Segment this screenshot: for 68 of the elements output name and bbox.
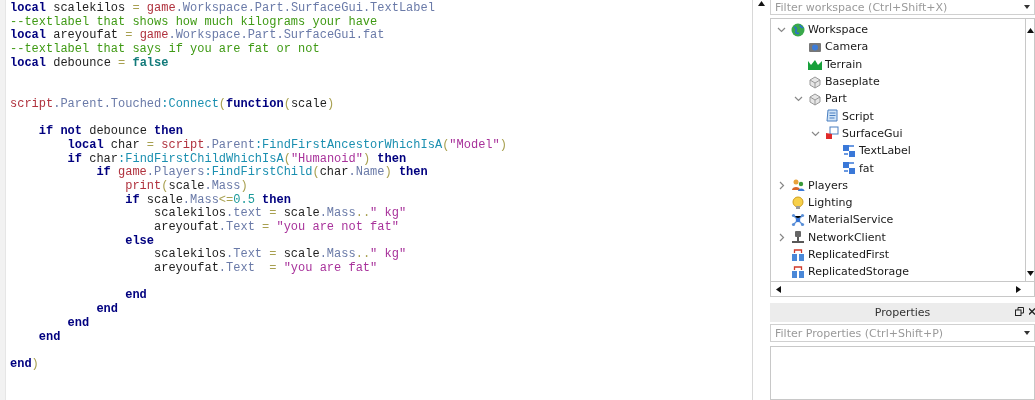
code-line: areyoufat.Text = "you are not fat" xyxy=(154,220,399,234)
code-line: end xyxy=(96,302,118,317)
scroll-left-icon[interactable] xyxy=(775,285,782,293)
gui-icon xyxy=(825,126,839,141)
filter-field[interactable]: Filter workspace (Ctrl+Shift+X) xyxy=(770,0,1035,15)
code-line: print(scale.Mass) xyxy=(125,178,248,193)
code-line: end xyxy=(38,329,61,344)
tree-item[interactable]: Camera xyxy=(771,38,1025,56)
chevron-down-icon[interactable] xyxy=(794,94,803,104)
code-line: end) xyxy=(10,356,39,371)
code-line: scalekilos.Text = scale.Mass.." kg" xyxy=(154,247,407,262)
code-line: if char:FindFirstChildWhichIsA("Humanoid") then xyxy=(67,151,407,166)
tree-item[interactable]: fat xyxy=(771,159,1025,177)
scroll-down-icon[interactable] xyxy=(1026,270,1034,277)
code-line: --textlabel that says if you are fat or not xyxy=(10,42,320,57)
code-line: if not debounce then xyxy=(38,124,183,139)
tree-item[interactable]: ReplicatedStorage xyxy=(771,263,1025,281)
nodes-icon xyxy=(791,212,805,227)
label-icon xyxy=(842,143,856,158)
lightbulb-icon xyxy=(791,195,805,210)
code-line: end xyxy=(125,288,147,303)
scroll-up-icon[interactable] xyxy=(758,0,765,7)
code-line: --textlabel that shows how much kilograms your have xyxy=(10,14,378,29)
code-line: local char = script.Parent:FindFirstAncestorWhichIsA("Model") xyxy=(67,137,507,152)
tree-item[interactable]: Terrain xyxy=(771,55,1025,73)
tree-item[interactable]: MaterialService xyxy=(771,211,1025,229)
code-line: local areyoufat = game.Workspace.Part.SurfaceGui.fat xyxy=(10,28,385,43)
label-icon xyxy=(842,161,856,175)
script-icon xyxy=(825,109,839,124)
code-line: if scale.Mass<=0.5 then xyxy=(125,192,291,207)
tree-item[interactable]: Players xyxy=(771,176,1025,194)
chevron-down-icon[interactable] xyxy=(777,25,786,35)
tree-item[interactable]: NetworkClient xyxy=(771,228,1025,246)
code-line: script.Parent.Touched:Connect(function(scale) xyxy=(10,96,335,111)
replicate-icon xyxy=(791,247,805,262)
tree-item[interactable]: TextLabel xyxy=(771,142,1025,160)
scroll-right-icon[interactable] xyxy=(1015,285,1022,293)
chevron-right-icon[interactable] xyxy=(777,180,786,190)
code-line: scalekilos.text = scale.Mass.." kg" xyxy=(154,206,407,221)
tree-item[interactable]: Part xyxy=(771,90,1025,108)
code-line: areyoufat.Text = "you are fat" xyxy=(154,261,378,276)
code-line: local scalekilos = game.Workspace.Part.SurfaceGui.TextLabel xyxy=(10,1,435,15)
tree-item[interactable]: Script xyxy=(771,107,1025,125)
scroll-up-icon[interactable] xyxy=(1026,27,1034,34)
chevron-right-icon[interactable] xyxy=(777,232,786,242)
close-icon[interactable] xyxy=(1029,307,1035,316)
horizontal-scrollbar[interactable] xyxy=(770,282,1035,297)
restore-icon[interactable] xyxy=(1015,307,1024,316)
vertical-scrollbar[interactable] xyxy=(1025,19,1034,281)
tree-item[interactable]: Baseplate xyxy=(771,72,1025,91)
users-icon xyxy=(791,178,805,193)
caret-down-icon[interactable] xyxy=(1024,331,1030,335)
tree-item[interactable]: SurfaceGui xyxy=(771,124,1025,143)
brick-icon xyxy=(808,91,822,106)
tree-item[interactable]: ReplicatedFirst xyxy=(771,245,1025,264)
filter-field[interactable]: Filter Properties (Ctrl+Shift+P) xyxy=(770,324,1035,342)
code-line: local debounce = false xyxy=(10,55,169,70)
code-line: if game.Players:FindFirstChild(char.Name) then xyxy=(96,165,428,180)
network-icon xyxy=(791,230,805,245)
code-line: end xyxy=(67,315,90,330)
tree-item[interactable]: Lighting xyxy=(771,193,1025,212)
caret-down-icon[interactable] xyxy=(1024,5,1030,9)
panel-title: Properties xyxy=(874,306,931,319)
replicate-icon xyxy=(791,264,805,279)
code-line: else xyxy=(125,233,155,248)
brick-icon xyxy=(808,74,822,89)
tree-item[interactable]: Workspace xyxy=(771,21,1025,39)
globe-icon xyxy=(791,22,805,37)
